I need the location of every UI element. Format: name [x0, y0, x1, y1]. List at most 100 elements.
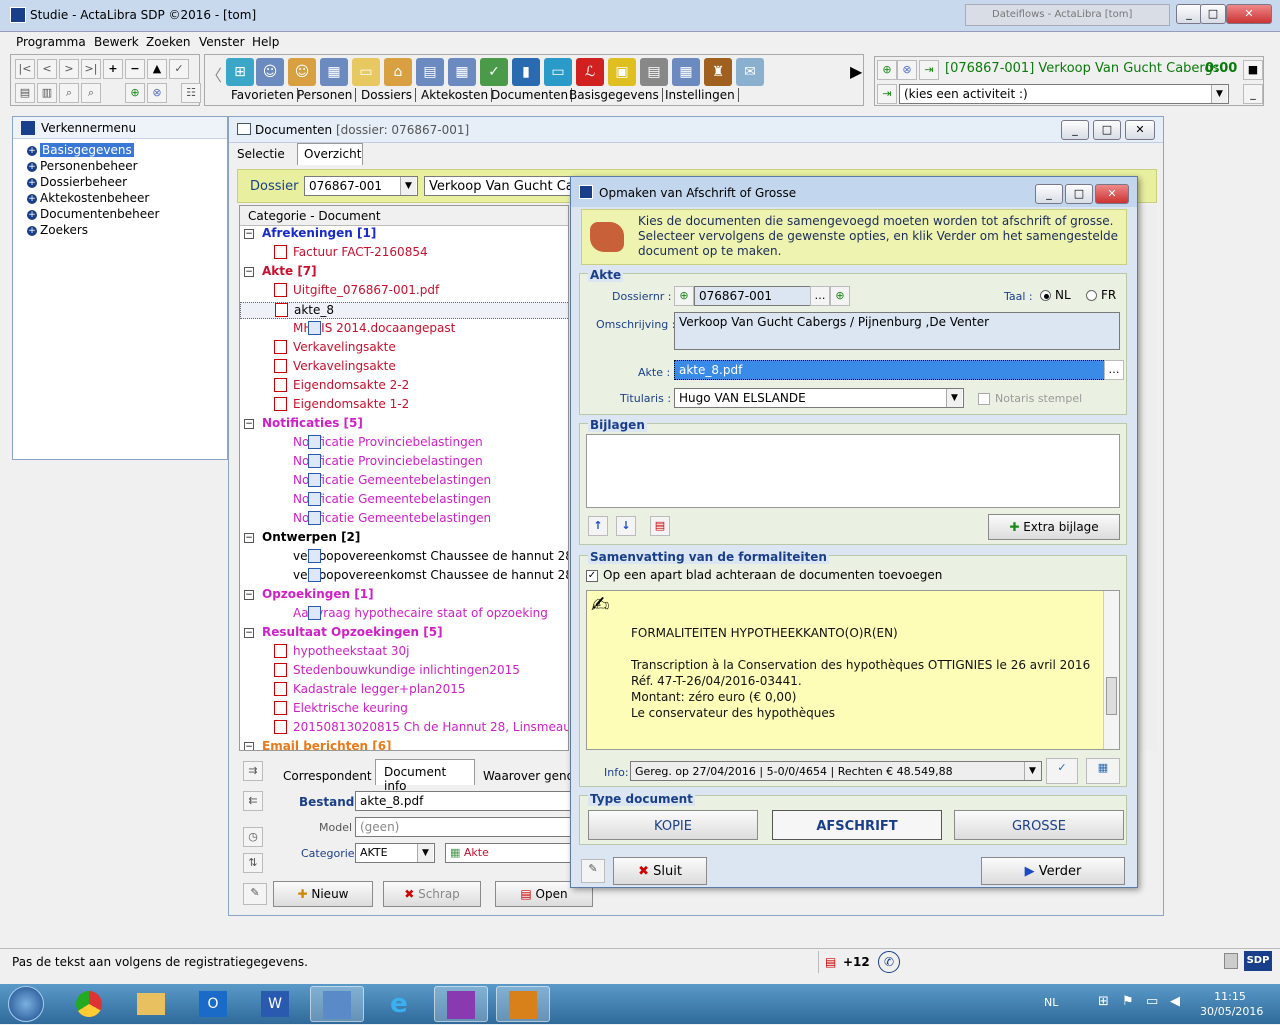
first-record-icon[interactable]: |<	[15, 59, 35, 79]
category-row[interactable]: Opzoekingen [1]	[262, 587, 374, 601]
volume-tray-icon[interactable]: ◀	[1170, 994, 1180, 1009]
monitor-tray-icon[interactable]: ▭	[1146, 994, 1158, 1009]
registration-check-icon[interactable]: ✓	[1046, 758, 1078, 784]
summary-scrollbar[interactable]	[1103, 591, 1119, 749]
menu-programma[interactable]: Programma	[16, 35, 86, 49]
toolbar-scroll-left-icon[interactable]: 〈	[206, 62, 222, 86]
start-button[interactable]	[8, 986, 44, 1022]
clock[interactable]: 11:15 30/05/2016	[1200, 989, 1263, 1019]
apart-blad-checkbox[interactable]: ✓ Op een apart blad achteraan de document…	[586, 568, 942, 582]
dialog-minimize-button[interactable]: _	[1035, 184, 1063, 204]
collapse-icon[interactable]: −	[244, 229, 254, 239]
delete-button[interactable]: ✖ Schrap	[383, 881, 481, 907]
grosse-button[interactable]: GROSSE	[954, 810, 1124, 840]
checklist-icon[interactable]: ✓	[480, 58, 508, 86]
certificate-icon[interactable]: ▤	[640, 58, 668, 86]
tree-item-basisgegevens[interactable]: + Basisgegevens	[27, 143, 134, 157]
expand-icon[interactable]: +	[27, 161, 37, 172]
collapse-detail-icon[interactable]: ⇇	[243, 791, 263, 811]
activity-minimize-icon[interactable]: _	[1243, 84, 1263, 104]
search-icon[interactable]: ⌕	[59, 83, 79, 103]
document-row[interactable]: Notificatie Gemeentebelastingen	[274, 510, 491, 526]
categorie-dropdown-icon[interactable]: ▼	[417, 844, 433, 862]
info-dropdown-icon[interactable]: ▼	[1024, 762, 1040, 780]
document-row[interactable]: Elektrische keuring	[274, 700, 408, 716]
internet-explorer-icon[interactable]: e	[372, 986, 426, 1022]
tab-waarover[interactable]: Waarover geno	[483, 769, 574, 783]
menu-zoeken[interactable]: Zoeken	[146, 35, 190, 49]
category-row[interactable]: Afrekeningen [1]	[262, 226, 376, 240]
document-row[interactable]: Notificatie Provinciebelastingen	[274, 434, 483, 450]
bestand-field[interactable]: akte_8.pdf	[355, 791, 575, 811]
network-icon[interactable]: ⊞	[226, 58, 254, 86]
toolbar-scroll-right-icon[interactable]: ▶	[850, 62, 862, 81]
expand-icon[interactable]: +	[27, 209, 37, 220]
document-row[interactable]: MHUIS 2014.docaangepast	[274, 320, 455, 336]
notes-icon[interactable]: ✎	[243, 883, 267, 905]
tab-aktekosten[interactable]: Aktekosten	[418, 88, 493, 102]
tree-item-personenbeheer[interactable]: + Personenbeheer	[27, 159, 138, 173]
akte-browse-icon[interactable]: …	[1104, 360, 1124, 380]
dossiernr-go-icon[interactable]: ⊕	[830, 286, 850, 306]
tab-selectie[interactable]: Selectie	[237, 147, 285, 161]
pdf-icon[interactable]: ▤	[650, 516, 670, 536]
taal-nl-radio[interactable]: NL	[1040, 288, 1071, 302]
document-row[interactable]: Verkavelingsakte	[274, 358, 396, 374]
fax-icon[interactable]: ✉	[736, 58, 764, 86]
network-tray-icon[interactable]: ⊞	[1098, 994, 1109, 1009]
activity-dossier[interactable]: [076867-001] Verkoop Van Gucht Cabergs	[945, 61, 1220, 76]
tree-icon[interactable]: ☷	[181, 83, 201, 103]
close-button[interactable]: ✕	[1226, 4, 1272, 24]
tools-icon[interactable]: ▦	[672, 58, 700, 86]
category-row[interactable]: Resultaat Opzoekingen [5]	[262, 625, 443, 639]
tree-item-zoekers[interactable]: + Zoekers	[27, 223, 88, 237]
model-field[interactable]: (geen)	[355, 817, 575, 837]
document-row[interactable]: Notificatie Gemeentebelastingen	[274, 472, 491, 488]
expand-icon[interactable]: +	[27, 225, 37, 236]
category-row[interactable]: Notificaties [5]	[262, 416, 363, 430]
desk-icon[interactable]: ▭	[544, 58, 572, 86]
document-list-icon[interactable]: ▤	[416, 58, 444, 86]
book-icon[interactable]: ▮	[512, 58, 540, 86]
dialog-maximize-button[interactable]: □	[1065, 184, 1093, 204]
document-row[interactable]: 20150813020815 Ch de Hannut 28, Linsmeau	[274, 719, 568, 735]
sort-az-icon[interactable]: ⇅	[243, 853, 263, 873]
prev-record-icon[interactable]: <	[37, 59, 57, 79]
document-row[interactable]: Aanvraag hypothecaire staat of opzoeking	[274, 605, 548, 621]
collapse-icon[interactable]: −	[244, 590, 254, 600]
flag-tray-icon[interactable]: ⚑	[1122, 994, 1134, 1009]
titularis-dropdown-icon[interactable]: ▼	[946, 389, 962, 407]
actalibra-icon[interactable]	[310, 986, 364, 1022]
dossier-person-icon[interactable]: ▦	[320, 58, 348, 86]
document-row[interactable]: akte_8	[240, 302, 568, 319]
category-row[interactable]: Akte [7]	[262, 264, 317, 278]
titularis-field[interactable]: Hugo VAN ELSLANDE	[674, 388, 964, 408]
person-icon[interactable]: ☺	[288, 58, 316, 86]
activity-dropdown-icon[interactable]: ▼	[1211, 85, 1227, 103]
documents-maximize-button[interactable]: □	[1093, 120, 1121, 140]
document-row[interactable]: Factuur FACT-2160854	[274, 244, 428, 260]
document-row[interactable]: Stedenbouwkundige inlichtingen2015	[274, 662, 520, 678]
check-icon[interactable]: ✓	[169, 59, 189, 79]
expand-detail-icon[interactable]: ⇉	[243, 761, 263, 781]
sluit-button[interactable]: ✖ Sluit	[613, 857, 707, 885]
akte-field[interactable]: akte_8.pdf	[674, 360, 1120, 380]
summary-box[interactable]: ✍ FORMALITEITEN HYPOTHEEKKANTO(O)R(EN) T…	[586, 590, 1120, 750]
notaris-stempel-checkbox[interactable]: Notaris stempel	[978, 392, 1082, 405]
print-icon[interactable]: ▤	[15, 83, 35, 103]
file-explorer-icon[interactable]	[124, 986, 178, 1022]
acrobat-icon[interactable]: ℒ	[576, 58, 604, 86]
kopie-button[interactable]: KOPIE	[588, 810, 758, 840]
minimize-button[interactable]: _	[1176, 4, 1202, 24]
bijlagen-list[interactable]	[586, 434, 1120, 508]
calculator-icon[interactable]: ▦	[1086, 758, 1120, 784]
document-row[interactable]: Eigendomsakte 2-2	[274, 377, 409, 393]
activity-add-icon[interactable]: ⊕	[877, 60, 897, 80]
new-button[interactable]: ✚ Nieuw	[273, 881, 373, 907]
dossiernr-field[interactable]: 076867-001	[694, 286, 824, 306]
documents-minimize-button[interactable]: _	[1061, 120, 1089, 140]
menu-help[interactable]: Help	[252, 35, 279, 49]
verder-button[interactable]: ▶ Verder	[981, 857, 1125, 885]
document-row[interactable]: hypotheekstaat 30j	[274, 643, 409, 659]
dialog-close-button[interactable]: ✕	[1095, 184, 1129, 204]
